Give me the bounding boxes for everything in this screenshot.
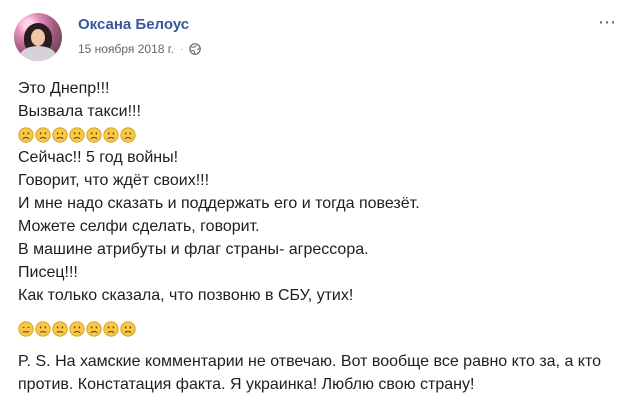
post-line-5: И мне надо сказать и поддержать его и то…	[18, 195, 420, 212]
confused-face-icon	[52, 320, 68, 337]
post-line-2: Вызвала такси!!!	[18, 103, 141, 120]
post-content: Это Днепр!!! Вызвала такси!!! Сейчас!! 5…	[18, 77, 616, 396]
avatar-face	[31, 29, 45, 46]
meta-separator: ·	[180, 43, 184, 55]
frowning-face-icon	[103, 320, 119, 337]
post-line-6: Можете селфи сделать, говорит.	[18, 218, 260, 235]
emoji-row-2	[18, 317, 616, 340]
post-line-4: Говорит, что ждёт своих!!!	[18, 172, 210, 189]
facebook-post: Оксана Белоус 15 ноября 2018 г. · ⋯ Это …	[0, 0, 627, 405]
post-date[interactable]: 15 ноября 2018 г.	[78, 42, 174, 56]
author-name[interactable]: Оксана Белоус	[78, 16, 189, 33]
emoji-row-1	[18, 123, 616, 146]
frowning-face-icon	[86, 126, 102, 143]
frowning-face-icon	[69, 320, 85, 337]
frowning-face-icon	[120, 126, 136, 143]
frowning-face-icon	[69, 126, 85, 143]
more-options-icon[interactable]: ⋯	[598, 13, 616, 31]
post-ps: P. S. На хамские комментарии не отвечаю.…	[18, 353, 602, 393]
frowning-face-icon	[120, 320, 136, 337]
avatar-shirt	[20, 46, 56, 61]
post-meta: 15 ноября 2018 г. ·	[78, 42, 202, 56]
post-line-7: В машине атрибуты и флаг страны- агрессо…	[18, 241, 369, 258]
post-line-9: Как только сказала, что позвоню в СБУ, у…	[18, 287, 354, 304]
post-line-3: Сейчас!! 5 год войны!	[18, 149, 179, 166]
frowning-face-icon	[18, 126, 34, 143]
post-line-1: Это Днепр!!!	[18, 80, 110, 97]
confused-face-icon	[35, 320, 51, 337]
post-line-8: Писец!!!	[18, 264, 78, 281]
author-avatar[interactable]	[14, 13, 62, 61]
frowning-face-icon	[35, 126, 51, 143]
globe-icon[interactable]	[189, 43, 202, 55]
frowning-face-icon	[86, 320, 102, 337]
expressionless-face-icon	[18, 320, 34, 337]
frowning-face-icon	[103, 126, 119, 143]
post-header: Оксана Белоус 15 ноября 2018 г. · ⋯	[14, 13, 616, 61]
frowning-face-icon	[52, 126, 68, 143]
